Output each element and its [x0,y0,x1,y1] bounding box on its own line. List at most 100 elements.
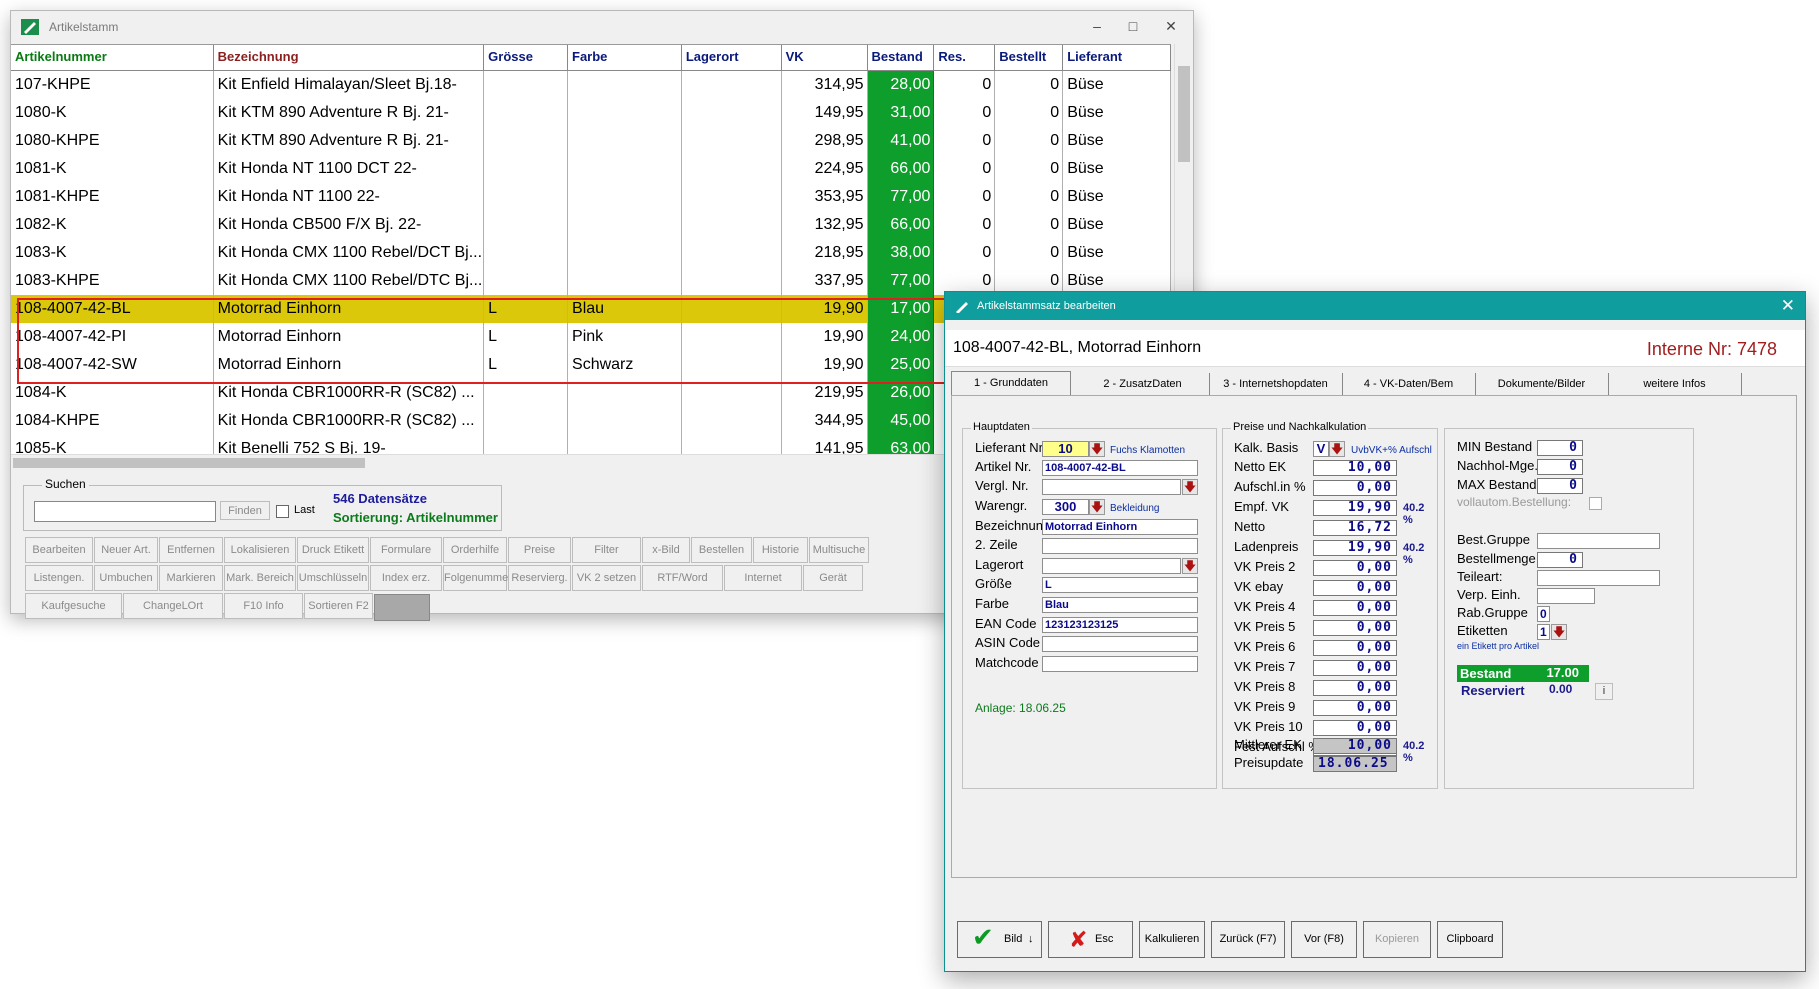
toolbar-button-preise[interactable]: Preise [508,537,571,563]
toolbar-button-markieren[interactable]: Markieren [159,565,223,591]
table-row[interactable]: 1080-KHPE Kit KTM 890 Adventure R Bj. 21-… [11,127,1171,155]
toolbar-button-bearbeiten[interactable]: Bearbeiten [25,537,93,563]
artikel-nr-field[interactable]: 108-4007-42-BL [1042,460,1198,476]
price-field[interactable]: 0,00 [1313,640,1397,656]
column-header[interactable]: Farbe [568,45,682,70]
bild-button[interactable]: ✔ Bild ↓ [957,921,1042,958]
toolbar-button-filter[interactable]: Filter [572,537,641,563]
table-row[interactable]: 1083-K Kit Honda CMX 1100 Rebel/DCT Bj...… [11,239,1171,267]
table-row[interactable]: 1082-K Kit Honda CB500 F/X Bj. 22- 132,95 6… [11,211,1171,239]
toolbar-button-orderhilfe[interactable]: Orderhilfe [443,537,507,563]
scroll-thumb[interactable] [13,458,365,468]
toolbar-button-f10-info[interactable]: F10 Info [224,593,303,619]
find-button[interactable]: Finden [220,501,270,520]
column-header[interactable]: Res. [934,45,996,70]
column-header[interactable]: VK [782,45,868,70]
minimize-icon[interactable]: – [1083,16,1111,36]
bezeichnung-field[interactable]: Motorrad Einhorn [1042,519,1198,535]
bestgruppe-field[interactable] [1537,533,1660,549]
column-header[interactable]: Lieferant [1063,45,1171,70]
tab-weitere-infos[interactable]: weitere Infos [1608,373,1742,395]
price-field[interactable]: 0,00 [1313,620,1397,636]
table-row[interactable]: 1081-KHPE Kit Honda NT 1100 22- 353,95 77,0… [11,183,1171,211]
toolbar-button-index-erz-[interactable]: Index erz. [370,565,442,591]
price-field[interactable]: 0,00 [1313,480,1397,496]
price-field[interactable]: 10,00 [1313,460,1397,476]
toolbar-button-listengen-[interactable]: Listengen. [25,565,93,591]
column-header[interactable]: Bezeichnung [214,45,485,70]
asin-field[interactable] [1042,636,1198,652]
max-bestand-field[interactable]: 0 [1537,478,1583,494]
toolbar-button-changelort[interactable]: ChangeLOrt [123,593,223,619]
toolbar-button-entfernen[interactable]: Entfernen [159,537,223,563]
toolbar-button-lokalisieren[interactable]: Lokalisieren [224,537,296,563]
vor-button[interactable]: Vor (F8) [1291,921,1357,958]
tab-dokumente[interactable]: Dokumente/Bilder [1475,373,1609,395]
kalk-basis-dropdown-icon[interactable]: 🡇 [1329,441,1345,457]
scroll-thumb[interactable] [1178,66,1190,162]
nachhol-field[interactable]: 0 [1537,459,1583,475]
dialog-titlebar[interactable]: Artikelstammsatz bearbeiten ✕ [945,292,1805,320]
lieferant-nr-field[interactable]: 10 [1042,441,1089,457]
etiketten-field[interactable]: 1 [1537,624,1550,640]
toolbar-button-x-bild[interactable]: x-Bild [642,537,690,563]
toolbar-button-ger-t[interactable]: Gerät [803,565,863,591]
price-field[interactable]: 0,00 [1313,700,1397,716]
toolbar-button-rtf-word[interactable]: RTF/Word [642,565,723,591]
tab-internetshopdaten[interactable]: 3 - Internetshopdaten [1209,373,1343,395]
info-button[interactable]: i [1595,683,1613,700]
tab-vk-daten[interactable]: 4 - VK-Daten/Bem [1342,373,1476,395]
toolbar-button-druck-etikett[interactable]: Druck Etikett [297,537,369,563]
toolbar-button-umschl-sseln[interactable]: Umschlüsseln [297,565,369,591]
dialog-close-icon[interactable]: ✕ [1781,296,1795,316]
column-header[interactable]: Bestand [868,45,935,70]
table-row[interactable]: 1081-K Kit Honda NT 1100 DCT 22- 224,95 66,… [11,155,1171,183]
tab-grunddaten[interactable]: 1 - Grunddaten [951,371,1071,396]
kalk-basis-field[interactable]: V [1313,441,1329,457]
price-field[interactable]: 19,90 [1313,540,1397,556]
toolbar-button-reservierg-[interactable]: Reservierg. [508,565,571,591]
vergl-nr-field[interactable] [1042,479,1181,495]
esc-button[interactable]: ✘ Esc [1048,921,1133,958]
price-field[interactable]: 0,00 [1313,660,1397,676]
toolbar-button-folgenummern[interactable]: Folgenummern [443,565,518,591]
clipboard-button[interactable]: Clipboard [1437,921,1503,958]
vergl-dropdown-icon[interactable]: 🡇 [1182,479,1198,495]
toolbar-button-internet[interactable]: Internet [724,565,802,591]
toolbar-button-vk-2-setzen[interactable]: VK 2 setzen [572,565,641,591]
teileart-field[interactable] [1537,570,1660,586]
kopieren-button[interactable]: Kopieren [1363,921,1431,958]
column-header[interactable]: Lagerort [682,45,782,70]
toolbar-button-bestellen[interactable]: Bestellen [691,537,752,563]
close-icon[interactable]: ✕ [1157,16,1185,36]
price-field[interactable]: 19,90 [1313,500,1397,516]
lieferant-dropdown-icon[interactable]: 🡇 [1089,441,1105,457]
warengr-dropdown-icon[interactable]: 🡇 [1089,499,1105,515]
price-field[interactable]: 0,00 [1313,560,1397,576]
column-header[interactable]: Artikelnummer [11,45,214,70]
gray-placeholder-button[interactable] [374,594,430,621]
min-bestand-field[interactable]: 0 [1537,440,1583,456]
matchcode-field[interactable] [1042,656,1198,672]
kalkulieren-button[interactable]: Kalkulieren [1139,921,1205,958]
vollautom-checkbox[interactable] [1589,497,1602,510]
warengr-field[interactable]: 300 [1042,499,1089,515]
rabgruppe-field[interactable]: 0 [1537,606,1550,622]
zurueck-button[interactable]: Zurück (F7) [1211,921,1285,958]
table-row[interactable]: 107-KHPE Kit Enfield Himalayan/Sleet Bj.1… [11,71,1171,99]
tab-zusatzdaten[interactable]: 2 - ZusatzDaten [1076,373,1210,395]
verp-field[interactable] [1537,588,1595,604]
toolbar-button-neuer-art-[interactable]: Neuer Art. [94,537,158,563]
price-field[interactable]: 0,00 [1313,680,1397,696]
zeile2-field[interactable] [1042,538,1198,554]
column-header[interactable]: Bestellt [995,45,1064,70]
search-input[interactable] [34,501,216,522]
last-checkbox[interactable] [276,505,289,518]
maximize-icon[interactable]: □ [1119,16,1147,36]
table-row[interactable]: 1080-K Kit KTM 890 Adventure R Bj. 21- 149… [11,99,1171,127]
column-header[interactable]: Grösse [484,45,569,70]
lagerort-field[interactable] [1042,558,1181,574]
ean-field[interactable]: 123123123125 [1042,617,1198,633]
toolbar-button-mark-bereich[interactable]: Mark. Bereich [224,565,296,591]
main-titlebar[interactable]: Artikelstamm – □ ✕ [11,11,1193,42]
